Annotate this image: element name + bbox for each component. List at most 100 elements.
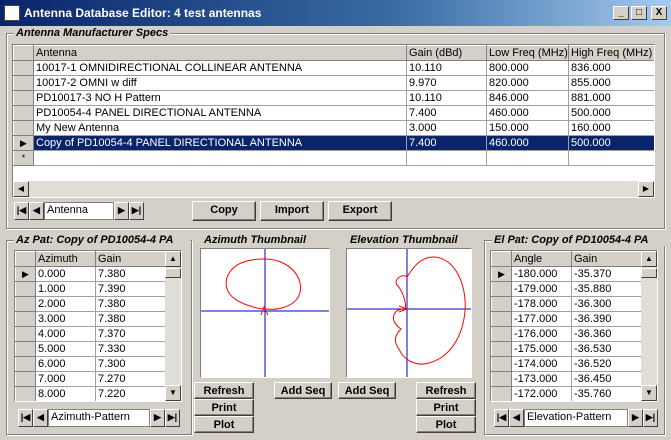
row-indicator[interactable]: [13, 120, 34, 136]
table-row[interactable]: 2.000 7.380: [15, 296, 166, 312]
nav-last-icon[interactable]: ▶|: [129, 202, 144, 220]
row-indicator[interactable]: [15, 371, 36, 387]
table-cell[interactable]: 855.000: [568, 75, 654, 91]
export-button[interactable]: Export: [328, 201, 392, 221]
table-cell[interactable]: 7.370: [95, 326, 166, 342]
table-row[interactable]: PD10054-4 PANEL DIRECTIONAL ANTENNA 7.400…: [13, 105, 654, 121]
table-row[interactable]: ▶ -180.000 -35.370: [491, 266, 642, 282]
table-cell[interactable]: 2.000: [35, 296, 96, 312]
az-nav-field[interactable]: Azimuth-Pattern: [48, 409, 150, 427]
az-refresh-button[interactable]: Refresh: [194, 382, 254, 399]
row-indicator[interactable]: [15, 356, 36, 372]
table-cell[interactable]: [406, 150, 487, 166]
table-cell[interactable]: -36.390: [571, 311, 642, 327]
table-cell[interactable]: 460.000: [486, 135, 569, 151]
table-row[interactable]: -173.000 -36.450: [491, 371, 642, 387]
table-cell[interactable]: 10017-1 OMNIDIRECTIONAL COLLINEAR ANTENN…: [33, 60, 407, 76]
col-header-angle[interactable]: Angle: [511, 251, 572, 267]
nav-prev-icon[interactable]: ◀: [29, 202, 44, 220]
scroll-thumb[interactable]: [641, 268, 657, 278]
el-print-button[interactable]: Print: [416, 399, 476, 416]
table-cell[interactable]: 7.380: [95, 296, 166, 312]
scroll-down-icon[interactable]: ▼: [165, 385, 181, 401]
copy-button[interactable]: Copy: [192, 201, 256, 221]
col-header-gain[interactable]: Gain: [571, 251, 642, 267]
table-cell[interactable]: -175.000: [511, 341, 572, 357]
nav-last-icon[interactable]: ▶|: [643, 409, 658, 427]
table-cell[interactable]: [568, 150, 654, 166]
row-indicator[interactable]: [491, 281, 512, 297]
table-cell[interactable]: -180.000: [511, 266, 572, 282]
table-cell[interactable]: -36.520: [571, 356, 642, 372]
table-row[interactable]: 5.000 7.330: [15, 341, 166, 357]
table-cell[interactable]: 5.000: [35, 341, 96, 357]
table-cell[interactable]: 7.400: [406, 135, 487, 151]
table-cell[interactable]: -178.000: [511, 296, 572, 312]
table-cell[interactable]: 7.330: [95, 341, 166, 357]
col-header-gain[interactable]: Gain (dBd): [406, 45, 487, 61]
nav-prev-icon[interactable]: ◀: [33, 409, 48, 427]
table-cell[interactable]: 7.220: [95, 386, 166, 401]
table-cell[interactable]: 7.380: [95, 311, 166, 327]
close-button[interactable]: X: [651, 6, 667, 20]
table-cell[interactable]: -173.000: [511, 371, 572, 387]
col-header-gain[interactable]: Gain: [95, 251, 166, 267]
table-cell[interactable]: 10.110: [406, 90, 487, 106]
table-row[interactable]: -172.000 -35.760: [491, 386, 642, 401]
table-cell[interactable]: -36.300: [571, 296, 642, 312]
table-row[interactable]: 10017-2 OMNI w diff 9.970 820.000 855.000: [13, 75, 654, 91]
table-row[interactable]: -177.000 -36.390: [491, 311, 642, 327]
scroll-left-icon[interactable]: ◀: [13, 181, 29, 197]
nav-last-icon[interactable]: ▶|: [165, 409, 180, 427]
new-row-indicator[interactable]: *: [13, 150, 34, 166]
table-cell[interactable]: 820.000: [486, 75, 569, 91]
table-row[interactable]: 8.000 7.220: [15, 386, 166, 401]
az-print-button[interactable]: Print: [194, 399, 254, 416]
scroll-thumb[interactable]: [165, 268, 181, 278]
antenna-nav-field[interactable]: Antenna: [44, 202, 114, 220]
col-header-high-freq[interactable]: High Freq (MHz): [568, 45, 654, 61]
table-cell[interactable]: 500.000: [568, 105, 654, 121]
row-indicator[interactable]: [13, 90, 34, 106]
row-indicator[interactable]: [15, 311, 36, 327]
antenna-grid-hscroll[interactable]: ◀ ▶: [13, 181, 654, 197]
nav-first-icon[interactable]: |◀: [18, 409, 33, 427]
scroll-down-icon[interactable]: ▼: [641, 385, 657, 401]
row-indicator[interactable]: [491, 341, 512, 357]
az-grid-vscroll[interactable]: ▲ ▼: [165, 251, 181, 401]
table-cell[interactable]: 7.380: [95, 266, 166, 282]
el-pattern-grid[interactable]: Angle Gain ▶ -180.000 -35.370 -179.000 -35.88…: [490, 250, 658, 402]
table-cell[interactable]: 846.000: [486, 90, 569, 106]
table-cell[interactable]: -179.000: [511, 281, 572, 297]
table-row[interactable]: -175.000 -36.530: [491, 341, 642, 357]
azimuth-thumbnail[interactable]: [200, 248, 330, 378]
table-cell[interactable]: 0.000: [35, 266, 96, 282]
scroll-up-icon[interactable]: ▲: [165, 251, 181, 267]
nav-next-icon[interactable]: ▶: [150, 409, 165, 427]
table-row[interactable]: 10017-1 OMNIDIRECTIONAL COLLINEAR ANTENN…: [13, 60, 654, 76]
table-cell[interactable]: 800.000: [486, 60, 569, 76]
row-indicator[interactable]: [13, 60, 34, 76]
table-row[interactable]: 1.000 7.390: [15, 281, 166, 297]
antenna-grid[interactable]: Antenna Gain (dBd) Low Freq (MHz) High F…: [12, 44, 655, 198]
row-indicator[interactable]: ▶: [13, 135, 34, 151]
col-header-low-freq[interactable]: Low Freq (MHz): [486, 45, 569, 61]
import-button[interactable]: Import: [260, 201, 324, 221]
col-header-antenna[interactable]: Antenna: [33, 45, 407, 61]
scroll-right-icon[interactable]: ▶: [638, 181, 654, 197]
nav-prev-icon[interactable]: ◀: [509, 409, 524, 427]
table-cell[interactable]: 150.000: [486, 120, 569, 136]
table-row[interactable]: 4.000 7.370: [15, 326, 166, 342]
table-row[interactable]: -176.000 -36.360: [491, 326, 642, 342]
table-cell[interactable]: 3.000: [406, 120, 487, 136]
el-plot-button[interactable]: Plot: [416, 416, 476, 433]
el-grid-vscroll[interactable]: ▲ ▼: [641, 251, 657, 401]
elevation-thumbnail[interactable]: [346, 248, 472, 378]
table-cell[interactable]: -36.450: [571, 371, 642, 387]
table-cell[interactable]: -35.370: [571, 266, 642, 282]
table-row[interactable]: 6.000 7.300: [15, 356, 166, 372]
col-header-azimuth[interactable]: Azimuth: [35, 251, 96, 267]
row-indicator[interactable]: [491, 386, 512, 401]
table-cell[interactable]: 7.300: [95, 356, 166, 372]
table-row[interactable]: -178.000 -36.300: [491, 296, 642, 312]
